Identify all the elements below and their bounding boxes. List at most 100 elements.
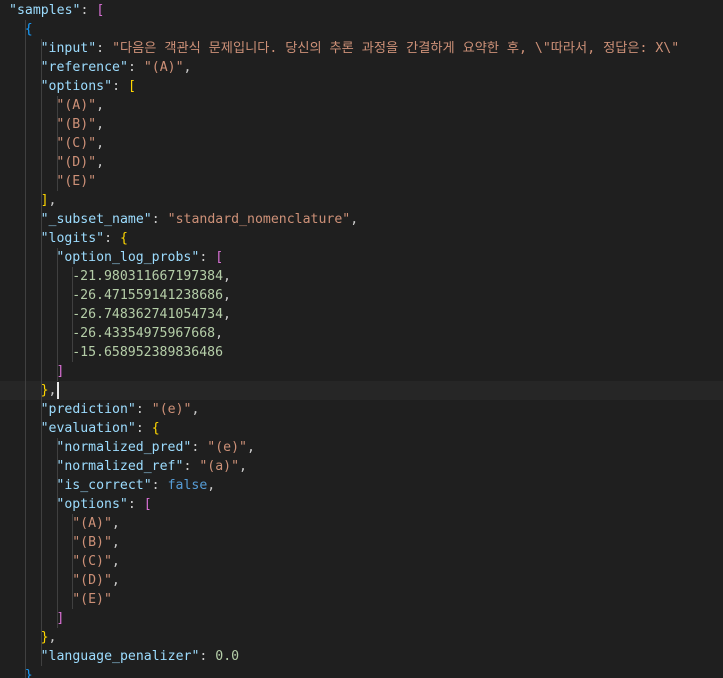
- code-line[interactable]: "samples": [: [0, 1, 723, 20]
- code-line[interactable]: }: [0, 666, 723, 678]
- code-line[interactable]: "(D)",: [0, 153, 723, 172]
- indent-guide: [40, 172, 42, 191]
- code-line[interactable]: -26.471559141238686,: [0, 286, 723, 305]
- code-line[interactable]: "is_correct": false,: [0, 476, 723, 495]
- code-line[interactable]: "reference": "(A)",: [0, 58, 723, 77]
- code-line[interactable]: "input": "다음은 객관식 문제입니다. 당신의 추론 과정을 간결하게…: [0, 39, 723, 58]
- json-string: "(e)": [207, 440, 247, 455]
- json-punctuation: ,: [191, 402, 200, 417]
- indent-guide: [25, 248, 26, 267]
- code-text: },: [41, 628, 57, 647]
- code-text: ],: [41, 191, 57, 210]
- code-line[interactable]: "options": [: [0, 495, 723, 514]
- code-line[interactable]: "evaluation": {: [0, 419, 723, 438]
- json-punctuation: ,: [48, 193, 57, 208]
- json-punctuation: ,: [111, 573, 120, 588]
- code-line[interactable]: "(A)",: [0, 514, 723, 533]
- code-line[interactable]: "option_log_probs": [: [0, 248, 723, 267]
- code-line[interactable]: ]: [0, 362, 723, 381]
- json-punctuation: :: [135, 421, 152, 436]
- indent-guide: [40, 115, 42, 134]
- code-line[interactable]: },: [0, 381, 723, 400]
- code-line[interactable]: "normalized_ref": "(a)",: [0, 457, 723, 476]
- code-text: "logits": {: [41, 229, 128, 248]
- indent-guide: [40, 571, 42, 590]
- code-text: "(A)",: [72, 514, 120, 533]
- indent-guide: [25, 381, 26, 400]
- json-punctuation: ,: [223, 269, 231, 284]
- json-key: "normalized_ref": [56, 459, 184, 474]
- indent-guide: [25, 647, 26, 666]
- code-line[interactable]: "(E)": [0, 172, 723, 191]
- code-line[interactable]: -26.43354975967668,: [0, 324, 723, 343]
- json-bracket: {: [24, 22, 33, 37]
- json-punctuation: ,: [96, 98, 105, 113]
- indent-guide: [25, 514, 26, 533]
- code-line[interactable]: "(C)",: [0, 134, 723, 153]
- json-string: "(E)": [72, 592, 112, 607]
- json-string: "(A)": [143, 60, 184, 75]
- code-text: "(C)",: [72, 552, 120, 571]
- code-line[interactable]: "options": [: [0, 77, 723, 96]
- json-punctuation: ,: [96, 117, 105, 132]
- json-punctuation: ,: [96, 155, 105, 170]
- code-line[interactable]: "(A)",: [0, 96, 723, 115]
- code-line[interactable]: "(E)": [0, 590, 723, 609]
- code-text: "(A)",: [56, 96, 104, 115]
- code-line[interactable]: "(C)",: [0, 552, 723, 571]
- code-line[interactable]: -26.748362741054734,: [0, 305, 723, 324]
- indent-guide: [25, 438, 26, 457]
- indent-guide: [40, 153, 42, 172]
- code-line[interactable]: -21.980311667197384,: [0, 267, 723, 286]
- code-text: "prediction": "(e)",: [41, 400, 200, 419]
- json-key: "reference": [40, 60, 128, 75]
- json-key: "evaluation": [40, 421, 136, 436]
- code-text: "language_penalizer": 0.0: [41, 647, 240, 666]
- code-line[interactable]: "logits": {: [0, 229, 723, 248]
- indent-guide: [25, 96, 26, 115]
- code-line[interactable]: {: [0, 20, 723, 39]
- code-line[interactable]: "(B)",: [0, 115, 723, 134]
- json-bracket: }: [40, 630, 49, 645]
- indent-guide: [56, 571, 58, 590]
- indent-guide: [40, 248, 42, 267]
- indent-guide: [40, 476, 42, 495]
- code-line[interactable]: "normalized_pred": "(e)",: [0, 438, 723, 457]
- indent-guide: [40, 362, 42, 381]
- json-bracket: {: [151, 421, 160, 436]
- code-text: ]: [56, 609, 64, 628]
- indent-guide: [56, 324, 58, 343]
- code-line[interactable]: "language_penalizer": 0.0: [0, 647, 723, 666]
- indent-guide: [25, 590, 26, 609]
- code-text: "is_correct": false,: [56, 476, 215, 495]
- indent-guide: [25, 305, 26, 324]
- code-line[interactable]: "_subset_name": "standard_nomenclature",: [0, 210, 723, 229]
- code-text: "(B)",: [56, 115, 104, 134]
- json-punctuation: ,: [215, 326, 224, 341]
- code-line[interactable]: ],: [0, 191, 723, 210]
- json-bracket: {: [120, 231, 128, 246]
- json-number: 0.0: [215, 649, 240, 664]
- code-line[interactable]: "prediction": "(e)",: [0, 400, 723, 419]
- indent-guide: [25, 552, 26, 571]
- code-line[interactable]: "(B)",: [0, 533, 723, 552]
- indent-guide: [25, 191, 26, 210]
- json-key: "samples": [9, 3, 81, 18]
- code-line[interactable]: },: [0, 628, 723, 647]
- json-string: "(E)": [56, 174, 97, 189]
- code-line[interactable]: "(D)",: [0, 571, 723, 590]
- json-key: "language_penalizer": [40, 649, 200, 664]
- indent-guide: [40, 495, 42, 514]
- code-line[interactable]: -15.658952389836486: [0, 343, 723, 362]
- json-string: "(B)": [56, 117, 97, 132]
- json-punctuation: ,: [207, 478, 216, 493]
- indent-guide: [40, 343, 42, 362]
- code-text: "normalized_ref": "(a)",: [56, 457, 247, 476]
- code-line[interactable]: ]: [0, 609, 723, 628]
- code-text: "(B)",: [72, 533, 120, 552]
- code-editor[interactable]: "samples": [ { "input": "다음은 객관식 문제입니다. 당신…: [0, 0, 723, 678]
- json-number: -21.980311667197384: [72, 269, 224, 284]
- json-punctuation: ,: [223, 307, 231, 322]
- json-string: "(A)": [72, 516, 112, 531]
- json-string: "(A)": [56, 98, 97, 113]
